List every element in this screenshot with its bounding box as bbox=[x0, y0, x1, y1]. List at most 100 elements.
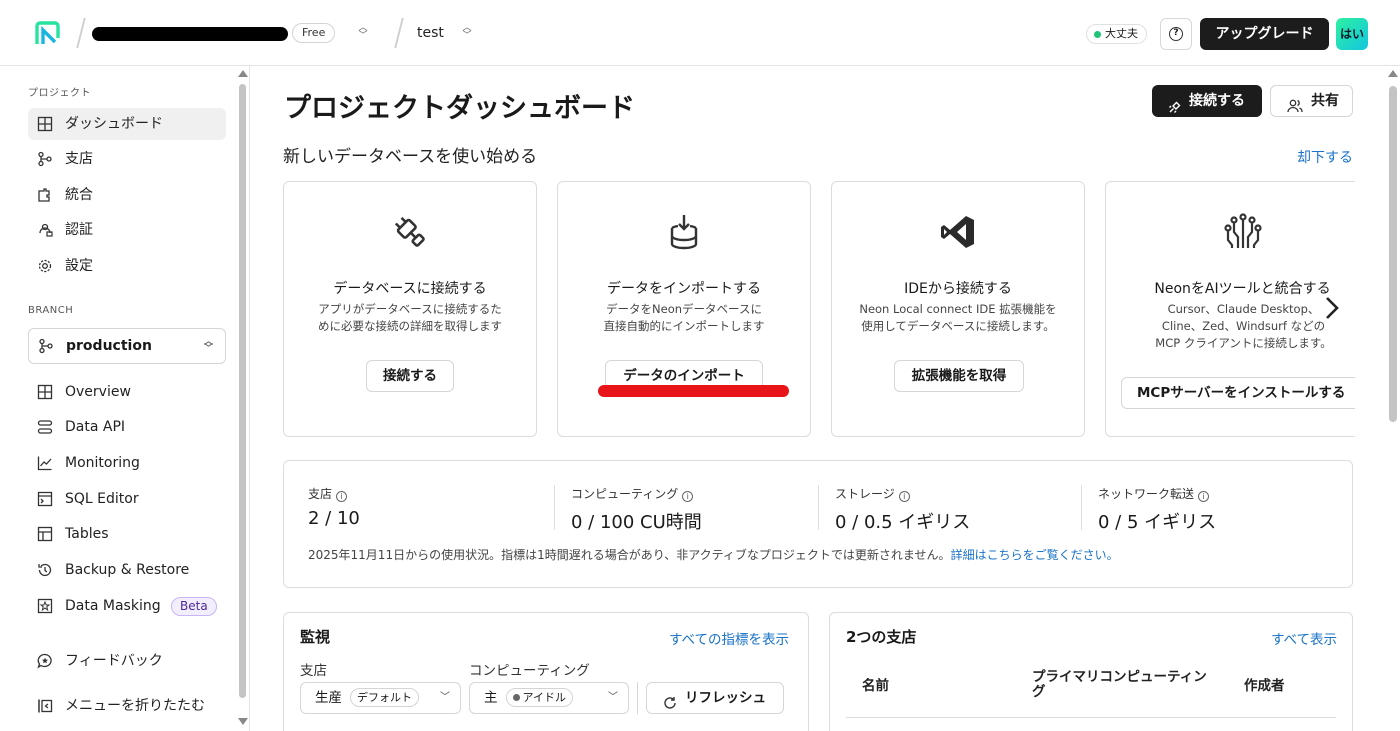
chart-icon bbox=[37, 455, 53, 471]
sidebar-item-auth[interactable]: 認証 bbox=[28, 214, 226, 246]
help-button[interactable]: ? bbox=[1160, 18, 1192, 50]
card-ai-tools: NeonをAIツールと統合する Cursor、Claude Desktop、 Cl… bbox=[1105, 181, 1355, 437]
sidebar-item-monitoring[interactable]: Monitoring bbox=[28, 447, 226, 479]
card-title: IDEから接続する bbox=[904, 281, 1012, 297]
collapse-menu-button[interactable]: メニューを折りたたむ bbox=[28, 690, 226, 722]
main-scrollbar-thumb[interactable] bbox=[1389, 86, 1397, 422]
info-icon[interactable]: i bbox=[682, 491, 694, 502]
monitor-compute-select[interactable]: 主アイドル ﹀ bbox=[469, 682, 629, 714]
panel-title: 2つの支店 bbox=[846, 628, 917, 646]
sidebar-item-overview[interactable]: Overview bbox=[28, 376, 226, 408]
sidebar-item-data-api[interactable]: Data API bbox=[28, 411, 226, 443]
sidebar-item-label: Backup & Restore bbox=[65, 562, 190, 578]
sidebar-item-label: 支店 bbox=[65, 151, 93, 167]
project-switcher-icon[interactable]: ︿ ﹀ bbox=[462, 24, 472, 42]
view-all-metrics-link[interactable]: すべての指標を表示 bbox=[669, 628, 789, 648]
sidebar-item-dashboard[interactable]: ダッシュボード bbox=[28, 108, 226, 140]
sidebar-item-backup-restore[interactable]: Backup & Restore bbox=[28, 554, 226, 586]
usage-divider bbox=[818, 485, 819, 530]
dismiss-link[interactable]: 却下する bbox=[1297, 147, 1353, 167]
terminal-icon bbox=[37, 491, 53, 507]
org-switcher-icon[interactable]: ︿ ﹀ bbox=[358, 24, 368, 42]
default-chip: デフォルト bbox=[350, 688, 419, 707]
sidebar-item-tables[interactable]: Tables bbox=[28, 518, 226, 550]
column-header-name[interactable]: 名前 bbox=[862, 679, 889, 694]
usage-branches: 支店 i 2 / 10 bbox=[308, 485, 360, 531]
avatar[interactable]: はい bbox=[1336, 18, 1368, 50]
upgrade-button[interactable]: アップグレード bbox=[1200, 18, 1329, 50]
sidebar-item-label: Overview bbox=[65, 384, 131, 400]
column-header-primary-compute[interactable]: プライマリコンピューティング bbox=[1032, 670, 1207, 700]
status-dot-icon bbox=[1094, 31, 1101, 38]
usage-label: 支店 bbox=[308, 487, 333, 501]
scroll-down-arrow-icon[interactable] bbox=[238, 718, 248, 725]
card-description: Cursor、Claude Desktop、 Cline、Zed、Windsurf… bbox=[1155, 302, 1332, 350]
grid-icon bbox=[37, 384, 53, 400]
sidebar-item-sql-editor[interactable]: SQL Editor bbox=[28, 483, 226, 515]
info-icon[interactable]: i bbox=[336, 491, 348, 502]
table-icon bbox=[37, 526, 53, 542]
project-name[interactable]: test bbox=[417, 25, 444, 41]
scroll-up-arrow-icon[interactable] bbox=[238, 70, 248, 77]
neon-logo-icon[interactable] bbox=[34, 20, 61, 47]
get-extension-button[interactable]: 拡張機能を取得 bbox=[894, 360, 1024, 392]
column-header-created-by[interactable]: 作成者 bbox=[1244, 679, 1285, 694]
branch-icon bbox=[37, 151, 53, 167]
info-icon[interactable]: i bbox=[898, 491, 910, 502]
install-mcp-server-button[interactable]: MCPサーバーをインストールする bbox=[1121, 377, 1355, 409]
sidebar-item-integrations[interactable]: 統合 bbox=[28, 179, 226, 211]
plan-badge: Free bbox=[292, 23, 336, 43]
sidebar-item-label: ダッシュボード bbox=[65, 116, 163, 132]
org-name-redacted[interactable] bbox=[92, 27, 288, 41]
history-icon bbox=[37, 562, 53, 578]
sidebar-item-label: フィードバック bbox=[65, 653, 163, 669]
sidebar-item-label: Tables bbox=[65, 526, 109, 542]
sidebar-item-feedback[interactable]: フィードバック bbox=[28, 645, 226, 677]
connect-database-button[interactable]: 接続する bbox=[366, 360, 454, 392]
red-highlight-mark bbox=[598, 385, 789, 397]
monitor-branch-select[interactable]: 生産 デフォルト ﹀ bbox=[300, 682, 461, 714]
branch-select[interactable]: production ︿ ﹀ bbox=[28, 328, 226, 364]
usage-label: コンピューティング bbox=[571, 487, 679, 501]
main-scroll-up-arrow-icon[interactable] bbox=[1388, 70, 1398, 77]
sidebar-item-branches[interactable]: 支店 bbox=[28, 143, 226, 175]
sidebar-scrollbar-thumb[interactable] bbox=[239, 84, 246, 698]
auth-icon bbox=[37, 222, 53, 238]
share-button[interactable]: 共有 bbox=[1270, 85, 1353, 117]
branches-panel: 2つの支店 すべて表示 名前 プライマリコンピューティング 作成者 bbox=[829, 612, 1353, 731]
card-connect-ide: IDEから接続する Neon Local connect IDE 拡張機能を 使用… bbox=[831, 181, 1085, 437]
sidebar: プロジェクト ダッシュボード 支店 統合 認証 設定 BRANCH produc… bbox=[0, 66, 250, 731]
sidebar-item-label: 統合 bbox=[65, 187, 93, 203]
usage-value: 2 / 10 bbox=[308, 508, 360, 529]
getting-started-heading: 新しいデータベースを使い始める bbox=[283, 147, 538, 167]
dashboard-icon bbox=[37, 116, 53, 132]
sidebar-item-settings[interactable]: 設定 bbox=[28, 250, 226, 282]
refresh-button-label: リフレッシュ bbox=[685, 690, 766, 706]
main-content: プロジェクトダッシュボード 接続する 共有 新しいデータベースを使い始める 却下… bbox=[251, 66, 1388, 731]
database-import-icon bbox=[664, 212, 704, 252]
sidebar-item-label: メニューを折りたたむ bbox=[65, 698, 205, 714]
card-title: データベースに接続する bbox=[333, 281, 487, 297]
sidebar-item-label: Data Masking bbox=[65, 598, 161, 614]
link-icon bbox=[1168, 94, 1182, 113]
usage-value: 0 / 100 CU時間 bbox=[571, 512, 702, 533]
sidebar-section-branch: BRANCH bbox=[28, 305, 74, 316]
chevron-updown-icon: ︿ ﹀ bbox=[203, 337, 213, 354]
sidebar-item-label: 認証 bbox=[65, 222, 93, 238]
usage-note: 2025年11月11日からの使用状況。指標は1時間遅れる場合があり、非アクティブ… bbox=[308, 546, 1119, 563]
ai-circuit-icon bbox=[1223, 212, 1263, 252]
refresh-button[interactable]: リフレッシュ bbox=[646, 682, 784, 714]
usage-value: 0 / 5 イギリス bbox=[1098, 512, 1217, 533]
carousel-next-icon[interactable] bbox=[1323, 295, 1341, 321]
mask-icon bbox=[37, 598, 53, 614]
users-icon bbox=[1287, 94, 1303, 113]
usage-details-link[interactable]: 詳細はこちらをご覧ください。 bbox=[951, 548, 1119, 562]
status-badge[interactable]: 大丈夫 bbox=[1086, 24, 1147, 44]
sidebar-item-label: SQL Editor bbox=[65, 491, 139, 507]
table-header-divider bbox=[846, 717, 1336, 718]
view-all-branches-link[interactable]: すべて表示 bbox=[1271, 628, 1337, 648]
connect-button[interactable]: 接続する bbox=[1152, 85, 1262, 117]
panel-title: 監視 bbox=[300, 628, 331, 646]
info-icon[interactable]: i bbox=[1198, 491, 1210, 502]
page-title: プロジェクトダッシュボード bbox=[284, 93, 635, 124]
